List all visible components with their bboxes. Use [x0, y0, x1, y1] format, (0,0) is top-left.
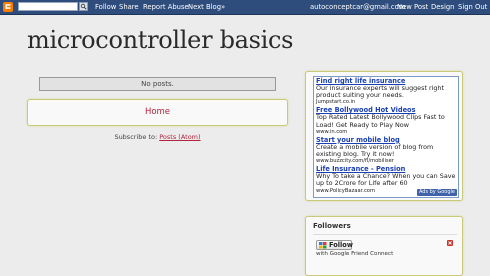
follow-link[interactable]: Follow — [95, 3, 116, 11]
design-link[interactable]: Design — [431, 3, 454, 11]
user-email: autoconceptcar@gmail.com — [310, 3, 406, 11]
ad-url[interactable]: www.in.com — [316, 129, 456, 136]
ad-item: Free Bollywood Hot Videos Top Rated Late… — [314, 106, 458, 135]
adsense-gadget: Find right life insurance Our insurance … — [305, 71, 463, 201]
ad-item: Find right life insurance Our insurance … — [314, 77, 458, 106]
magnifier-icon[interactable] — [79, 2, 88, 11]
no-posts-message: No posts. — [39, 77, 276, 91]
share-link[interactable]: Share — [119, 3, 139, 11]
followers-title: Followers — [313, 222, 351, 230]
google-friend-connect-icon — [319, 242, 327, 249]
next-blog-link[interactable]: Next Blog» — [188, 3, 225, 11]
sign-out-link[interactable]: Sign Out — [458, 3, 487, 11]
navbar-search-input[interactable] — [18, 2, 78, 11]
ad-body: Top Rated Latest Bollywood Clips Fast to… — [316, 113, 445, 129]
follow-button[interactable]: Follow — [316, 240, 353, 250]
ad-body: Our insurance experts will suggest right… — [316, 84, 444, 100]
blog-title[interactable]: microcontroller basics — [27, 26, 294, 54]
ad-url[interactable]: www.buzzcity.com/fl/mobiliser — [316, 158, 456, 165]
divider — [313, 234, 457, 235]
ad-item: Start your mobile blog Create a mobile v… — [314, 136, 458, 165]
close-icon[interactable] — [447, 240, 453, 246]
new-post-link[interactable]: New Post — [397, 3, 428, 11]
google-friend-connect-text: with Google Friend Connect — [316, 251, 394, 257]
subscribe-line: Subscribe to: Posts (Atom) — [27, 133, 288, 141]
ad-url[interactable]: Jumpstart.co.in — [316, 99, 456, 106]
followers-gadget: Followers Follow with Google Friend Conn… — [305, 216, 463, 276]
ad-unit: Find right life insurance Our insurance … — [313, 76, 459, 198]
report-abuse-link[interactable]: Report Abuse — [143, 3, 189, 11]
follow-button-label: Follow — [329, 241, 353, 249]
blogger-navbar: Follow Share Report Abuse Next Blog» aut… — [0, 0, 490, 15]
blogger-logo-icon[interactable] — [3, 2, 13, 12]
ad-body: Why To take a Chance? When you can Save … — [316, 172, 456, 188]
subscribe-label: Subscribe to: — [114, 133, 158, 141]
ad-body: Create a mobile version of blog from exi… — [316, 142, 434, 159]
home-link-box: Home — [27, 99, 288, 126]
subscribe-atom-link[interactable]: Posts (Atom) — [159, 133, 200, 141]
home-link[interactable]: Home — [145, 107, 170, 117]
ads-by-google-badge[interactable]: Ads by Google — [416, 189, 457, 196]
